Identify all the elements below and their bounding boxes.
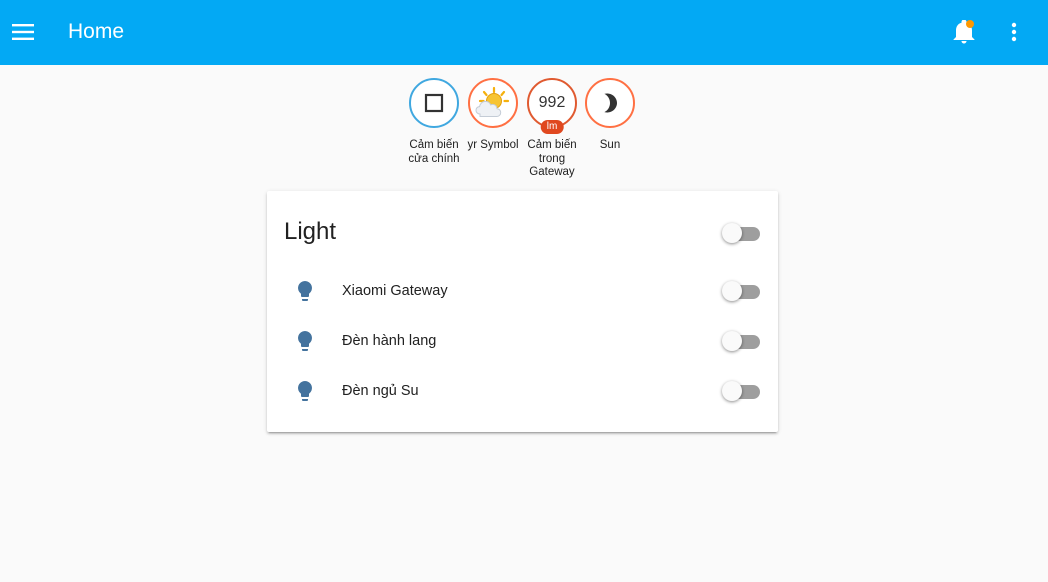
partly-cloudy-icon: [475, 86, 510, 117]
lightbulb-icon: [298, 331, 312, 351]
toggle-knob: [722, 331, 742, 351]
toggle-knob: [722, 381, 742, 401]
toggle-knob: [722, 281, 742, 301]
badge-circle: [409, 78, 459, 128]
notification-dot: [966, 20, 974, 28]
entity-toggle[interactable]: [722, 329, 762, 353]
badge-circle: 992 lm: [527, 78, 577, 134]
entity-name: Xiaomi Gateway: [342, 283, 448, 299]
lightbulb-icon: [298, 281, 312, 301]
entity-row-den-ngu-su[interactable]: Đèn ngủ Su: [267, 371, 778, 411]
badge-unit: lm: [540, 120, 564, 134]
badge-label: Sun: [599, 139, 621, 151]
badge-label: Cảm biến cửa chính: [408, 139, 460, 165]
badge-circle: [585, 78, 635, 128]
light-group-toggle[interactable]: [722, 221, 762, 245]
toggle-knob: [722, 223, 742, 243]
badge-value: 992: [538, 94, 566, 111]
page-title: Home: [68, 20, 125, 43]
badge-sun[interactable]: Sun: [577, 78, 643, 153]
light-card: Light Xiaomi Gateway Đèn hành lang Đèn n…: [267, 191, 778, 432]
menu-icon: [12, 24, 34, 40]
badges-row: Cảm biến cửa chính yr Symbol 992 lm Cảm …: [400, 78, 650, 188]
more-vertical-icon: [1011, 22, 1017, 42]
card-title: Light: [284, 218, 337, 245]
app-toolbar: Home: [0, 0, 1048, 65]
badge-gateway-illuminance[interactable]: 992 lm Cảm biến trong Gateway: [519, 78, 585, 180]
square-outline-icon: [424, 93, 444, 113]
entity-toggle[interactable]: [722, 379, 762, 403]
badge-label: Cảm biến trong Gateway: [527, 139, 577, 178]
badge-yr-symbol[interactable]: yr Symbol: [460, 78, 526, 153]
entity-row-xiaomi-gateway[interactable]: Xiaomi Gateway: [267, 271, 778, 311]
lightbulb-icon: [298, 381, 312, 401]
entity-row-den-hanh-lang[interactable]: Đèn hành lang: [267, 321, 778, 361]
menu-button[interactable]: [8, 14, 38, 50]
badge-label: yr Symbol: [467, 139, 519, 151]
entity-name: Đèn ngủ Su: [342, 383, 419, 399]
more-options-button[interactable]: [1000, 16, 1028, 48]
entity-name: Đèn hành lang: [342, 333, 437, 349]
badge-circle: [468, 78, 518, 128]
entity-toggle[interactable]: [722, 279, 762, 303]
badge-door-sensor[interactable]: Cảm biến cửa chính: [401, 78, 467, 166]
moon-icon: [604, 93, 617, 113]
notifications-button[interactable]: [948, 16, 980, 48]
